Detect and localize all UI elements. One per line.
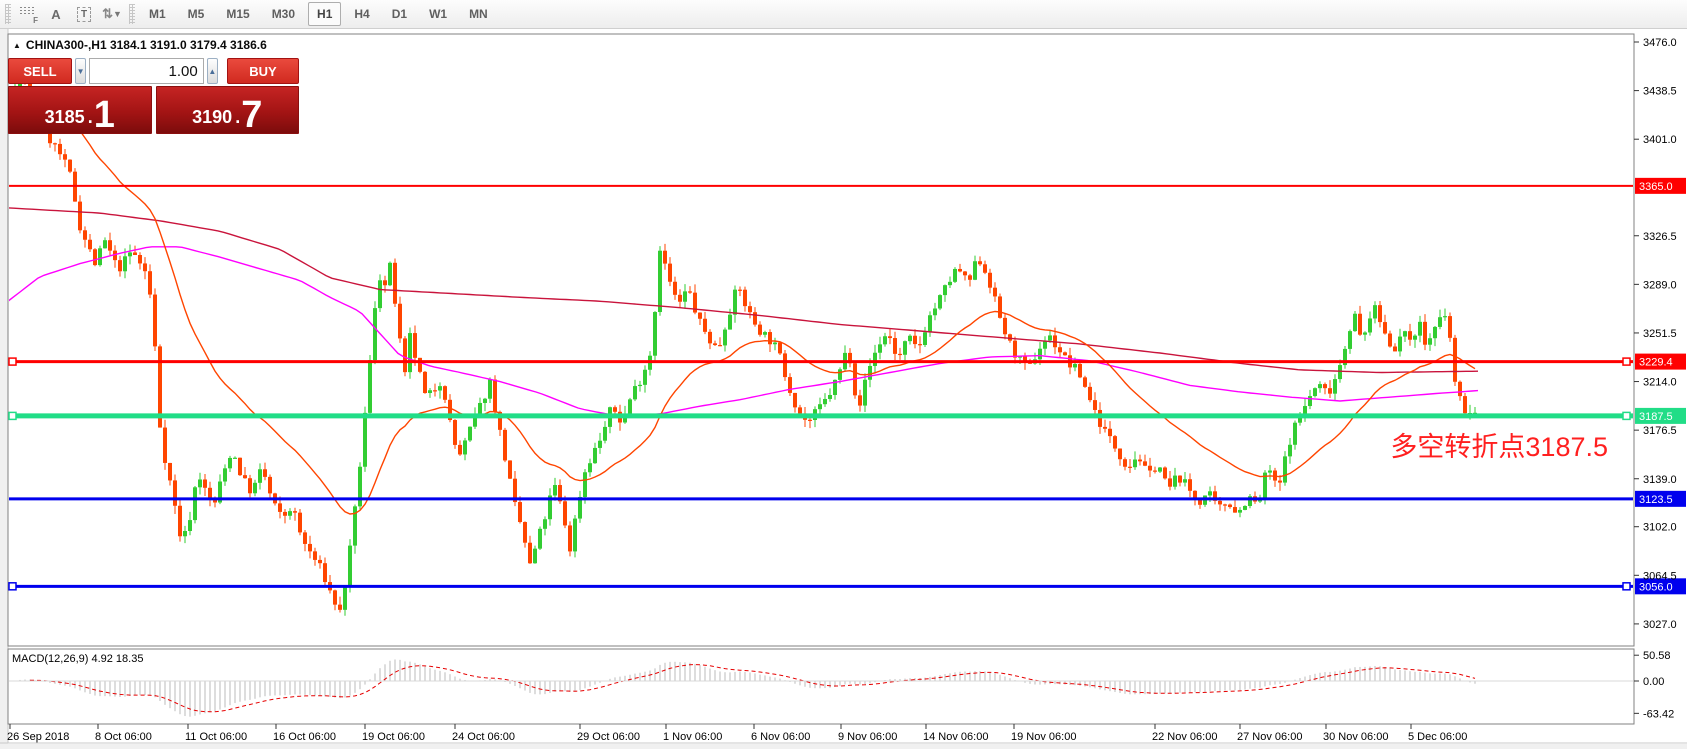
- svg-text:3289.0: 3289.0: [1643, 279, 1677, 291]
- moving-averages-layer: [8, 100, 1478, 514]
- svg-text:19 Nov 06:00: 19 Nov 06:00: [1011, 731, 1076, 743]
- toolbar-separator[interactable]: [129, 4, 135, 24]
- svg-text:30 Nov 06:00: 30 Nov 06:00: [1323, 731, 1388, 743]
- top-toolbar: F A T ⇅ ▼ M1M5M15M30H1H4D1W1MN: [0, 0, 1687, 29]
- timeframe-button-w1[interactable]: W1: [420, 2, 456, 26]
- svg-text:3251.5: 3251.5: [1643, 328, 1677, 340]
- text-tool-button[interactable]: A: [42, 2, 70, 26]
- svg-text:3326.5: 3326.5: [1643, 231, 1677, 243]
- svg-text:27 Nov 06:00: 27 Nov 06:00: [1237, 731, 1302, 743]
- text-label-tool-button[interactable]: T: [70, 2, 98, 26]
- timeframe-button-m5[interactable]: M5: [179, 2, 214, 26]
- timeframe-button-m30[interactable]: M30: [263, 2, 304, 26]
- svg-text:3123.5: 3123.5: [1639, 494, 1673, 506]
- fibonacci-tool-button[interactable]: F: [14, 2, 42, 26]
- svg-text:11 Oct 06:00: 11 Oct 06:00: [185, 731, 247, 743]
- svg-text:3476.0: 3476.0: [1643, 37, 1677, 49]
- time-axis[interactable]: 26 Sep 2018 8 Oct 06:00 11 Oct 06:00 16 Oct…: [7, 724, 1467, 743]
- sell-price-display[interactable]: 3185.1: [8, 86, 152, 134]
- svg-text:26 Sep 2018: 26 Sep 2018: [7, 731, 69, 743]
- svg-text:3187.5: 3187.5: [1639, 411, 1673, 423]
- svg-text:3401.0: 3401.0: [1643, 134, 1677, 146]
- sell-price-pips: 1: [94, 100, 115, 130]
- text-tool-icon: A: [51, 7, 60, 22]
- volume-decrease-button[interactable]: ▼: [75, 58, 86, 84]
- svg-text:0.00: 0.00: [1643, 676, 1664, 688]
- svg-text:8 Oct 06:00: 8 Oct 06:00: [95, 731, 152, 743]
- candles-layer: [8, 79, 1477, 616]
- sell-button[interactable]: SELL: [8, 58, 72, 84]
- svg-text:3139.0: 3139.0: [1643, 474, 1677, 486]
- macd-indicator-layer: [9, 660, 1633, 717]
- timeframe-button-d1[interactable]: D1: [383, 2, 416, 26]
- svg-text:-63.42: -63.42: [1643, 708, 1674, 720]
- svg-text:3064.5: 3064.5: [1643, 570, 1677, 582]
- timeframe-button-mn[interactable]: MN: [460, 2, 497, 26]
- svg-text:19 Oct 06:00: 19 Oct 06:00: [362, 731, 425, 743]
- svg-text:24 Oct 06:00: 24 Oct 06:00: [452, 731, 515, 743]
- svg-text:3102.0: 3102.0: [1643, 522, 1677, 534]
- annotation-text: 多空转折点3187.5: [1390, 432, 1608, 462]
- buy-button[interactable]: BUY: [227, 58, 299, 84]
- svg-text:3229.4: 3229.4: [1639, 357, 1673, 369]
- chevron-down-icon: ▼: [113, 9, 122, 19]
- symbol-ohlc-title: CHINA300-,H1 3184.1 3191.0 3179.4 3186.6: [26, 38, 267, 52]
- sell-price-main: 3185: [45, 108, 85, 126]
- svg-text:3438.5: 3438.5: [1643, 86, 1677, 98]
- price-axis[interactable]: 3476.0 3438.5 3401.0 3326.5 3289.0 3251.5 3214…: [1634, 37, 1677, 720]
- buy-price-main: 3190: [192, 108, 232, 126]
- svg-text:3027.0: 3027.0: [1643, 619, 1677, 631]
- sort-arrows-icon: ⇅: [102, 6, 111, 22]
- sell-price-dot: .: [88, 108, 93, 126]
- timeframe-button-m15[interactable]: M15: [217, 2, 258, 26]
- svg-text:3176.5: 3176.5: [1643, 425, 1677, 437]
- buy-price-pips: 7: [241, 100, 262, 130]
- timeframe-button-h4[interactable]: H4: [345, 2, 378, 26]
- timeframe-button-h1[interactable]: H1: [308, 2, 341, 26]
- timeframe-button-m1[interactable]: M1: [140, 2, 175, 26]
- one-click-trade-panel: SELL ▼ ▲ BUY 3185.1 3190.7: [8, 58, 299, 134]
- svg-text:3365.0: 3365.0: [1639, 181, 1673, 193]
- buy-price-display[interactable]: 3190.7: [156, 86, 300, 134]
- chart-canvas[interactable]: 3365.0 3229.4 3187.5 3123.5 3056.0 3476.0 343…: [0, 29, 1687, 749]
- svg-text:6 Nov 06:00: 6 Nov 06:00: [751, 731, 810, 743]
- toolbar-drag-handle[interactable]: [5, 4, 11, 24]
- svg-text:22 Nov 06:00: 22 Nov 06:00: [1152, 731, 1217, 743]
- fibonacci-icon: F: [20, 7, 36, 21]
- collapse-arrow-icon[interactable]: ▲: [13, 41, 21, 50]
- arrange-objects-button[interactable]: ⇅ ▼: [98, 2, 126, 26]
- horizontal-lines-layer[interactable]: 3365.0 3229.4 3187.5 3123.5 3056.0: [9, 178, 1686, 594]
- svg-text:3056.0: 3056.0: [1639, 581, 1673, 593]
- svg-text:3214.0: 3214.0: [1643, 377, 1677, 389]
- volume-input[interactable]: [89, 58, 203, 84]
- buy-price-dot: .: [235, 108, 240, 126]
- svg-text:1 Nov 06:00: 1 Nov 06:00: [663, 731, 722, 743]
- text-label-icon: T: [77, 7, 91, 22]
- svg-text:5 Dec 06:00: 5 Dec 06:00: [1408, 731, 1467, 743]
- svg-text:29 Oct 06:00: 29 Oct 06:00: [577, 731, 640, 743]
- svg-text:14 Nov 06:00: 14 Nov 06:00: [923, 731, 988, 743]
- chart-window: 3365.0 3229.4 3187.5 3123.5 3056.0 3476.0 343…: [0, 29, 1687, 749]
- macd-indicator-label: MACD(12,26,9) 4.92 18.35: [12, 653, 143, 665]
- svg-text:9 Nov 06:00: 9 Nov 06:00: [838, 731, 897, 743]
- svg-text:16 Oct 06:00: 16 Oct 06:00: [273, 731, 336, 743]
- svg-text:50.58: 50.58: [1643, 650, 1671, 662]
- chart-frame: [0, 29, 1687, 749]
- volume-increase-button[interactable]: ▲: [207, 58, 218, 84]
- timeframe-button-group: M1M5M15M30H1H4D1W1MN: [140, 2, 497, 26]
- chart-title-bar: ▲ CHINA300-,H1 3184.1 3191.0 3179.4 3186…: [13, 38, 267, 52]
